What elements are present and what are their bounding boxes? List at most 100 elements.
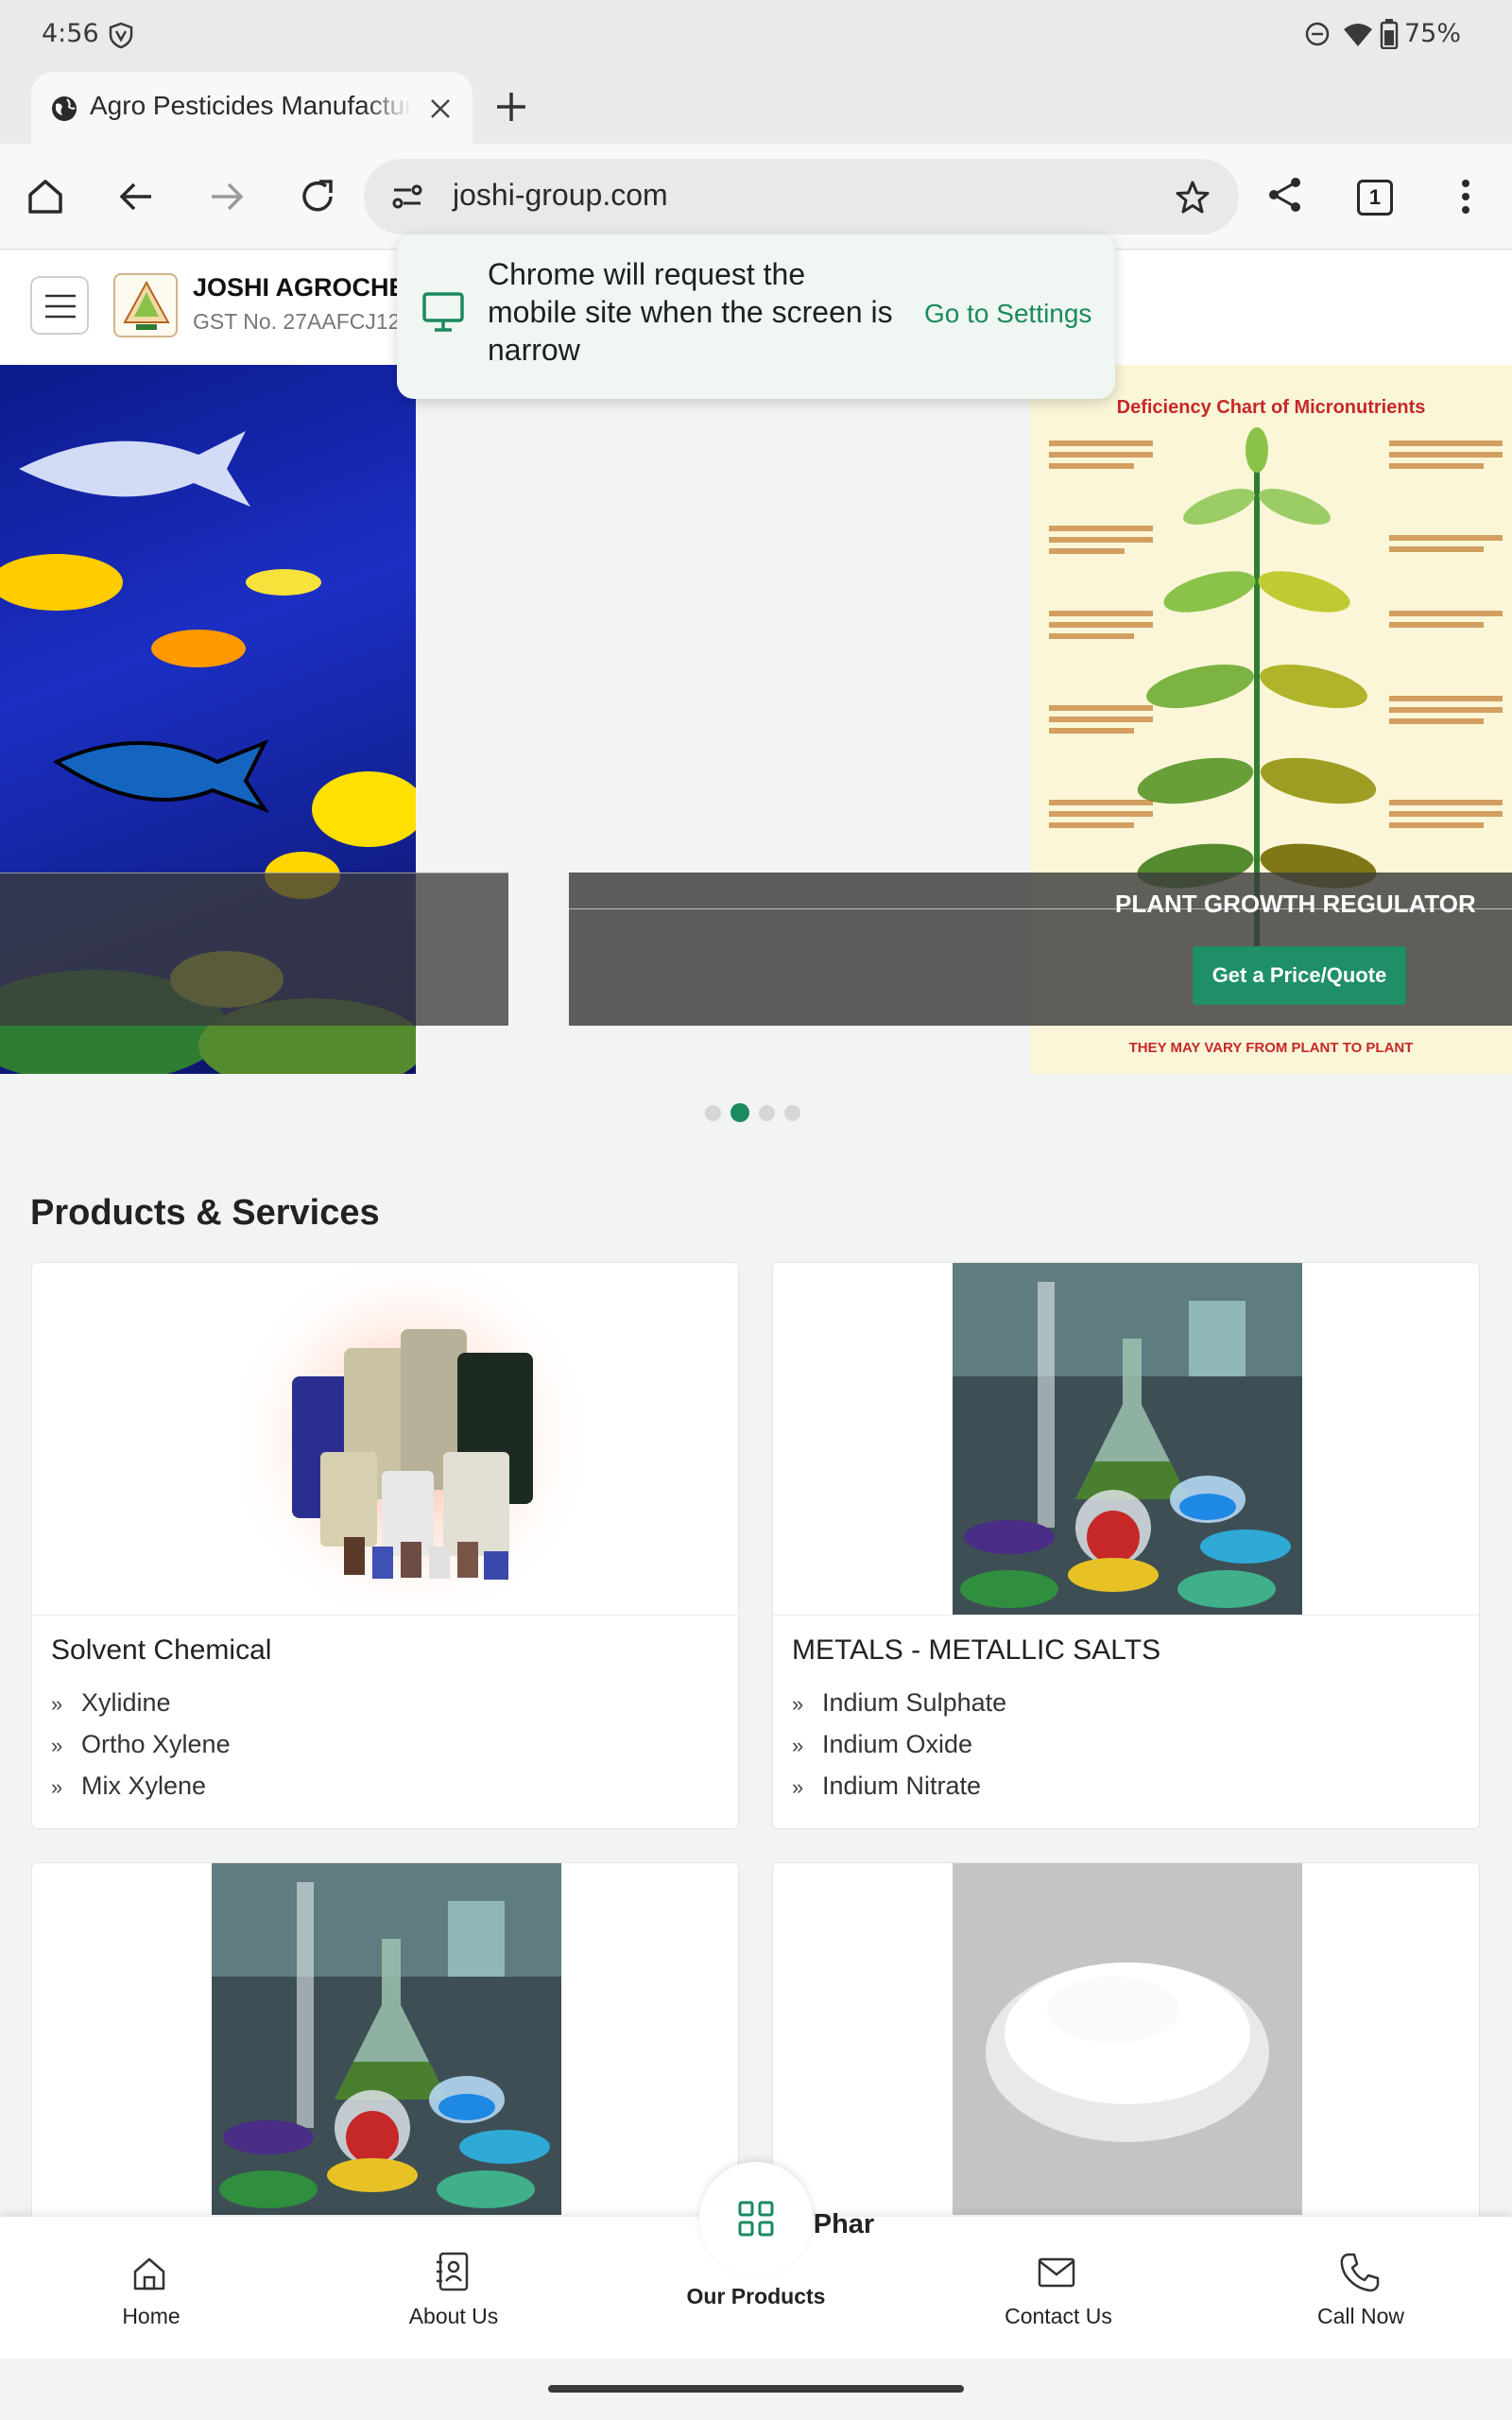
- product-card-solvent[interactable]: Solvent Chemical » Xylidine » Ortho Xylene…: [31, 1262, 739, 1829]
- close-tab-icon[interactable]: [428, 96, 453, 121]
- tab-title: Agro Pesticides Manufactur: [90, 91, 411, 120]
- card-list-item[interactable]: » Mix Xylene: [51, 1772, 206, 1801]
- nav-our-products[interactable]: Phar Our Products: [605, 2162, 907, 2359]
- card-title[interactable]: METALS - METALLIC SALTS: [792, 1634, 1160, 1667]
- battery-percent: 75%: [1404, 19, 1462, 48]
- carousel-dot[interactable]: [705, 1105, 721, 1121]
- bookmark-star-icon[interactable]: [1175, 180, 1211, 216]
- browser-tab[interactable]: Agro Pesticides Manufactur: [31, 72, 472, 144]
- share-icon[interactable]: [1264, 174, 1306, 216]
- product-card-partial[interactable]: [772, 1862, 1480, 2259]
- hamburger-menu-button[interactable]: [30, 276, 89, 335]
- nav-label: Contact Us: [1005, 2304, 1112, 2328]
- company-name[interactable]: JOSHI AGROCHE: [193, 273, 406, 302]
- double-chevron-icon: »: [51, 1734, 63, 1757]
- carousel-dot-active[interactable]: [730, 1103, 749, 1122]
- forward-icon[interactable]: [206, 176, 248, 217]
- mail-icon: [1038, 2257, 1075, 2288]
- chart-footer: THEY MAY VARY FROM PLANT TO PLANT: [1128, 1040, 1414, 1056]
- card-list-item[interactable]: » Indium Nitrate: [792, 1772, 981, 1801]
- omnibox[interactable]: joshi-group.com: [364, 159, 1239, 234]
- card-list-item[interactable]: » Xylidine: [51, 1688, 171, 1718]
- gesture-bar-area: [0, 2359, 1512, 2420]
- carousel-dot[interactable]: [784, 1105, 800, 1121]
- product-card-partial[interactable]: [31, 1862, 739, 2259]
- nav-about-us[interactable]: About Us: [302, 2217, 605, 2359]
- card-item-label: Xylidine: [81, 1688, 171, 1717]
- nav-contact-us[interactable]: Contact Us: [907, 2217, 1210, 2359]
- mobile-site-popup: Chrome will request the mobile site when…: [397, 234, 1115, 399]
- menu-kebab-icon[interactable]: [1452, 176, 1480, 217]
- card-item-label: Mix Xylene: [81, 1772, 207, 1800]
- card-item-label: Indium Nitrate: [822, 1772, 982, 1800]
- get-quote-button[interactable]: Get a Price/Quote: [1193, 946, 1406, 1005]
- url-text[interactable]: joshi-group.com: [453, 178, 668, 213]
- dnd-icon: [1305, 22, 1330, 46]
- card-item-label: Indium Sulphate: [822, 1688, 1007, 1717]
- caption-bar-left: [0, 873, 508, 1026]
- logo-emblem-icon: [123, 281, 170, 330]
- battery-icon: [1380, 19, 1399, 49]
- desktop-monitor-icon: [422, 292, 464, 332]
- nav-call-now[interactable]: Call Now: [1210, 2217, 1512, 2359]
- popup-message-line: Chrome will request the: [488, 257, 806, 291]
- chart-title: Deficiency Chart of Micronutrients: [1116, 397, 1426, 418]
- home-icon[interactable]: [25, 176, 66, 217]
- vpn-shield-icon: [109, 22, 133, 49]
- solvent-drums-image: [240, 1263, 580, 1615]
- hamburger-icon: [45, 294, 76, 319]
- double-chevron-icon: »: [51, 1692, 63, 1716]
- nav-home[interactable]: Home: [0, 2217, 302, 2359]
- nav-label: Our Products: [686, 2284, 826, 2308]
- card-list-item[interactable]: » Ortho Xylene: [51, 1730, 231, 1759]
- status-bar: 4:56 75%: [0, 0, 1512, 68]
- caption-bar-right: PLANT GROWTH REGULATOR Get a Price/Quote: [569, 873, 1512, 1026]
- nav-label: About Us: [408, 2304, 499, 2328]
- phone-icon: [1340, 2253, 1380, 2292]
- lab-flasks-image: [212, 1863, 561, 2215]
- partial-card-title: Phar: [813, 2209, 875, 2239]
- grid-icon: [738, 2201, 774, 2237]
- popup-message: Chrome will request the mobile site when…: [488, 255, 893, 369]
- hero-carousel[interactable]: Deficiency Chart of Micronutrients THEY …: [0, 365, 1512, 1074]
- bottom-navigation: Home About Us Phar Our Products Contact …: [0, 2162, 1512, 2359]
- company-logo[interactable]: [113, 273, 178, 337]
- popup-message-line: narrow: [488, 333, 580, 367]
- double-chevron-icon: »: [792, 1775, 804, 1799]
- gst-number: GST No. 27AAFCJ12: [193, 309, 401, 334]
- plant-illustration: [1049, 427, 1503, 951]
- nav-label: Home: [122, 2304, 180, 2328]
- slide-title: PLANT GROWTH REGULATOR: [1115, 890, 1476, 918]
- card-list-item[interactable]: » Indium Oxide: [792, 1730, 972, 1759]
- card-title[interactable]: Solvent Chemical: [51, 1634, 271, 1667]
- popup-message-line: mobile site when the screen is: [488, 295, 893, 329]
- gesture-handle[interactable]: [548, 2385, 964, 2393]
- wifi-icon: [1344, 24, 1372, 46]
- double-chevron-icon: »: [792, 1734, 804, 1757]
- address-book-icon: [437, 2252, 469, 2291]
- double-chevron-icon: »: [51, 1775, 63, 1799]
- card-divider: [32, 1615, 738, 1616]
- nav-label: Call Now: [1316, 2304, 1405, 2328]
- card-list-item[interactable]: » Indium Sulphate: [792, 1688, 1006, 1718]
- products-heading: Products & Services: [30, 1193, 380, 1233]
- tab-switcher-button[interactable]: 1: [1357, 180, 1393, 216]
- carousel-dots: [705, 1102, 809, 1122]
- new-tab-icon[interactable]: [493, 89, 529, 125]
- home-icon: [133, 2257, 165, 2290]
- product-card-metals[interactable]: METALS - METALLIC SALTS » Indium Sulphate…: [772, 1262, 1480, 1829]
- card-item-label: Indium Oxide: [822, 1730, 973, 1758]
- site-settings-icon[interactable]: [390, 180, 424, 214]
- reload-icon[interactable]: [297, 176, 338, 217]
- carousel-dot[interactable]: [759, 1105, 775, 1121]
- globe-icon: [52, 96, 77, 121]
- double-chevron-icon: »: [792, 1692, 804, 1716]
- white-powder-bowl-image: [953, 1863, 1302, 2215]
- status-time: 4:56: [42, 19, 99, 48]
- go-to-settings-button[interactable]: Go to Settings: [924, 299, 1091, 329]
- card-item-label: Ortho Xylene: [81, 1730, 231, 1758]
- lab-flasks-image: [953, 1263, 1302, 1615]
- back-icon[interactable]: [115, 176, 157, 217]
- card-divider: [773, 1615, 1479, 1616]
- tab-strip: Agro Pesticides Manufactur: [0, 68, 1512, 144]
